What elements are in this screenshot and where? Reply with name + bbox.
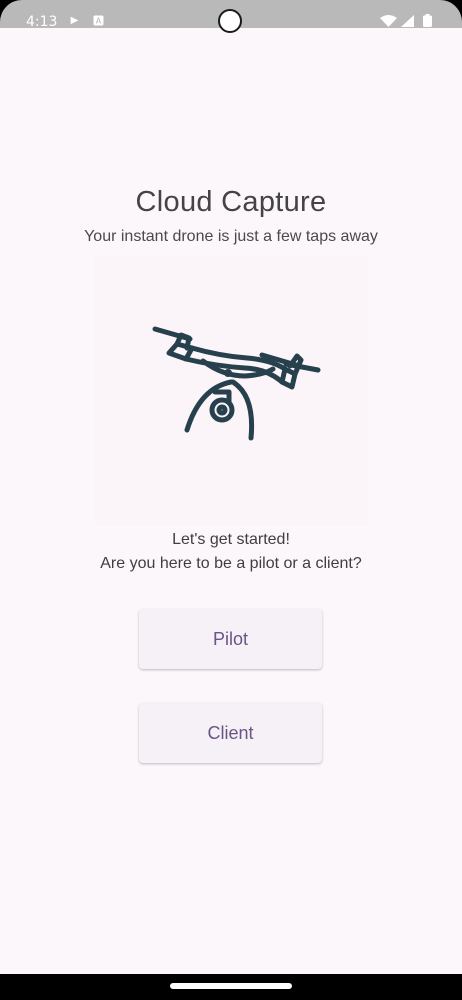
a-icon: A (93, 15, 104, 26)
camera-cutout (218, 9, 242, 33)
app-title: Cloud Capture (135, 186, 327, 218)
hero-image (95, 256, 368, 526)
battery-icon (423, 14, 432, 27)
svg-text:A: A (96, 17, 102, 26)
client-button[interactable]: Client (139, 703, 322, 763)
drone-icon (152, 326, 321, 441)
play-icon: ▶ (70, 15, 79, 26)
home-gesture-handle[interactable] (170, 983, 292, 989)
app-screen: Cloud Capture Your instant drone is just… (0, 28, 462, 974)
phone-device: 4:13 ▶ A Cloud Capture Your instant dron… (0, 0, 462, 1000)
prompt-heading: Let's get started! (172, 531, 290, 548)
app-subtitle: Your instant drone is just a few taps aw… (84, 228, 378, 245)
pilot-button[interactable]: Pilot (139, 609, 322, 669)
wifi-icon (380, 14, 397, 27)
prompt-question: Are you here to be a pilot or a client? (100, 555, 362, 572)
signal-icon (401, 14, 414, 27)
